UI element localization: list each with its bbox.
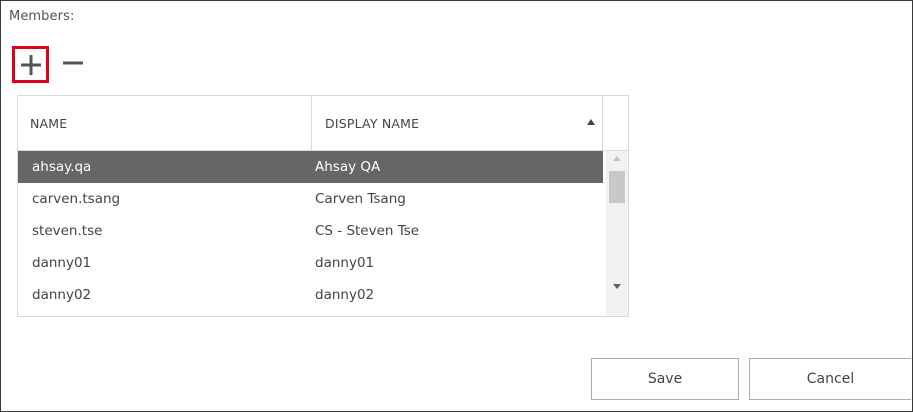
column-header-display-name-label: DISPLAY NAME bbox=[325, 115, 420, 131]
table-row[interactable]: ahsay.qa Ahsay QA bbox=[18, 151, 603, 183]
members-label: Members: bbox=[9, 9, 75, 24]
row-name: ahsay.qa bbox=[32, 159, 92, 175]
members-dialog: Members: NAME DISPLAY NAME ahsay.qa Ahsa… bbox=[0, 0, 913, 412]
row-display-name: danny02 bbox=[315, 287, 375, 303]
minus-icon bbox=[63, 61, 83, 65]
row-display-name: danny01 bbox=[315, 255, 375, 271]
add-member-button[interactable] bbox=[12, 46, 49, 83]
table-row[interactable]: carven.tsang Carven Tsang bbox=[18, 183, 603, 215]
cancel-button[interactable]: Cancel bbox=[749, 358, 911, 400]
scroll-up-arrow-icon[interactable] bbox=[613, 156, 621, 161]
column-header-name[interactable]: NAME bbox=[18, 96, 312, 150]
scroll-down-arrow-icon[interactable] bbox=[613, 284, 621, 289]
row-name: steven.tse bbox=[32, 223, 103, 239]
column-header-display-name[interactable]: DISPLAY NAME bbox=[313, 96, 603, 150]
plus-icon bbox=[20, 54, 41, 75]
save-button[interactable]: Save bbox=[591, 358, 739, 400]
table-body: ahsay.qa Ahsay QA carven.tsang Carven Ts… bbox=[18, 151, 603, 316]
row-name: danny02 bbox=[32, 287, 92, 303]
table-row[interactable]: danny01 danny01 bbox=[18, 247, 603, 279]
row-display-name: Ahsay QA bbox=[315, 159, 381, 175]
row-name: carven.tsang bbox=[32, 191, 121, 207]
remove-member-button[interactable] bbox=[60, 46, 86, 80]
table-row[interactable]: steven.tse CS - Steven Tse bbox=[18, 215, 603, 247]
table-row[interactable]: danny02 danny02 bbox=[18, 279, 603, 311]
members-table: NAME DISPLAY NAME ahsay.qa Ahsay QA carv… bbox=[17, 95, 629, 317]
table-header: NAME DISPLAY NAME bbox=[18, 96, 628, 151]
row-display-name: CS - Steven Tse bbox=[315, 223, 420, 239]
row-name: danny01 bbox=[32, 255, 92, 271]
sort-up-icon bbox=[587, 119, 595, 125]
column-header-name-label: NAME bbox=[30, 115, 68, 131]
row-display-name: Carven Tsang bbox=[315, 191, 406, 207]
table-scrollbar[interactable] bbox=[606, 151, 628, 316]
scroll-thumb[interactable] bbox=[609, 171, 625, 203]
